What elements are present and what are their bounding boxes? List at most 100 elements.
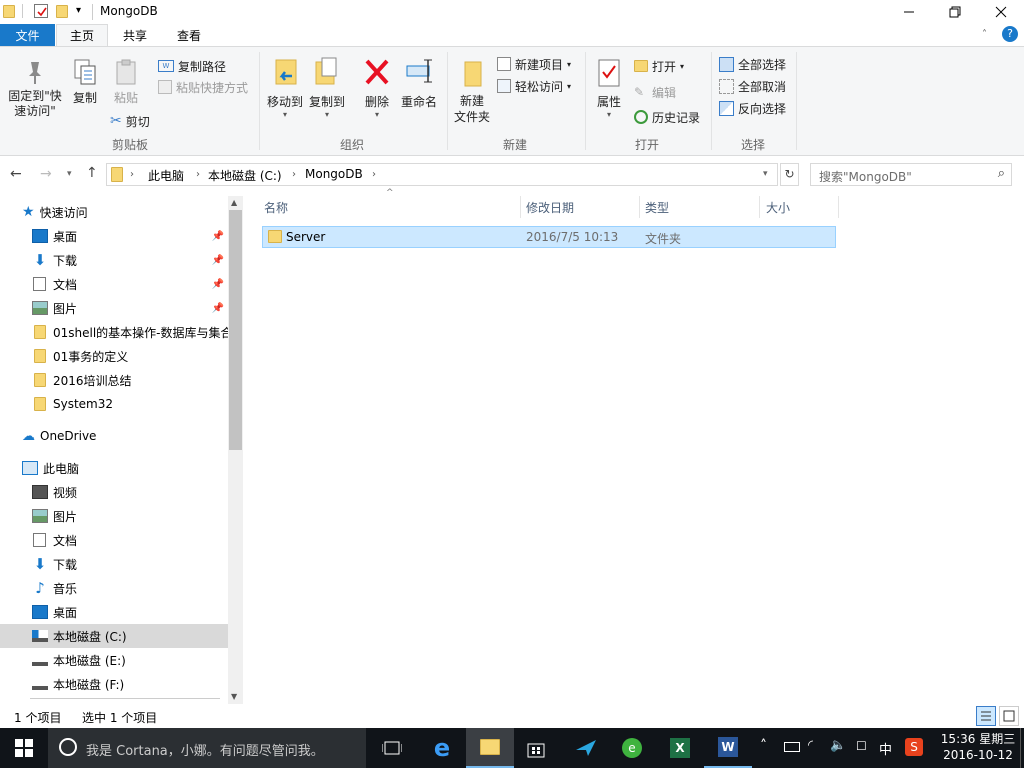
- nav-this-pc[interactable]: 此电脑: [0, 456, 228, 480]
- edge-browser-button[interactable]: e: [418, 728, 466, 768]
- nav-item-pictures[interactable]: 图片 📌: [0, 296, 228, 320]
- nav-item-desktop[interactable]: 桌面: [0, 600, 228, 624]
- pin-icon[interactable]: 📌: [212, 255, 224, 266]
- nav-item-downloads[interactable]: ⬇ 下载 📌: [0, 248, 228, 272]
- ime-indicator[interactable]: 中: [879, 739, 892, 758]
- nav-item-documents[interactable]: 文档: [0, 528, 228, 552]
- copy-to-button[interactable]: 复制到 ▾: [306, 56, 348, 119]
- new-folder-quick-icon[interactable]: [56, 5, 68, 18]
- breadcrumb-this-pc[interactable]: 此电脑: [148, 167, 184, 184]
- column-header-size[interactable]: 大小: [766, 196, 790, 218]
- nav-item-folder[interactable]: 01shell的基本操作-数据库与集合: [0, 320, 228, 344]
- tab-home[interactable]: 主页: [56, 24, 108, 46]
- nav-item-f-drive[interactable]: 本地磁盘 (F:): [0, 672, 228, 696]
- nav-item-downloads[interactable]: ⬇ 下载: [0, 552, 228, 576]
- new-folder-button[interactable]: 新建 文件夹: [452, 56, 492, 125]
- file-explorer-button[interactable]: [466, 728, 514, 768]
- nav-item-folder[interactable]: 2016培训总结: [0, 368, 228, 392]
- collapse-ribbon-icon[interactable]: ˄: [982, 29, 987, 40]
- wifi-icon[interactable]: ◜: [808, 738, 813, 753]
- nav-item-c-drive[interactable]: 本地磁盘 (C:): [0, 624, 228, 648]
- edit-button[interactable]: ✎ 编辑: [634, 82, 676, 102]
- clock[interactable]: 15:36 星期三 2016-10-12: [938, 731, 1018, 763]
- store-button[interactable]: [512, 728, 560, 768]
- search-input[interactable]: 搜索"MongoDB" ⌕: [810, 163, 1012, 186]
- nav-onedrive[interactable]: ☁ OneDrive: [0, 424, 228, 448]
- back-arrow-icon[interactable]: ←: [10, 166, 22, 182]
- column-separator[interactable]: [838, 196, 839, 218]
- move-to-button[interactable]: 移动到 ▾: [264, 56, 306, 119]
- excel-button[interactable]: X: [656, 728, 704, 768]
- word-button[interactable]: W: [704, 728, 752, 768]
- address-dropdown-icon[interactable]: ▾: [763, 169, 768, 179]
- large-icons-view-icon[interactable]: [999, 706, 1019, 726]
- volume-icon[interactable]: 🔈: [830, 738, 846, 753]
- breadcrumb-c-drive[interactable]: 本地磁盘 (C:): [208, 167, 282, 184]
- delete-button[interactable]: 删除 ▾: [360, 56, 394, 119]
- easy-access-button[interactable]: 轻松访问 ▾: [497, 76, 571, 96]
- column-separator[interactable]: [520, 196, 521, 218]
- show-hidden-icons[interactable]: ˄: [760, 738, 767, 754]
- table-row[interactable]: Server 2016/7/5 10:13 文件夹: [262, 226, 836, 248]
- scroll-down-icon[interactable]: ▼: [231, 692, 237, 701]
- properties-button[interactable]: 属性 ▾: [592, 56, 626, 119]
- scroll-up-icon[interactable]: ▲: [231, 198, 237, 207]
- pin-quick-access-button[interactable]: 固定到"快 速访问": [6, 58, 64, 119]
- chevron-right-icon[interactable]: ›: [130, 169, 134, 180]
- nav-quick-access[interactable]: ★ 快速访问: [0, 200, 228, 224]
- new-item-button[interactable]: 新建项目 ▾: [497, 54, 571, 74]
- properties-quick-icon[interactable]: [34, 4, 48, 18]
- column-separator[interactable]: [639, 196, 640, 218]
- paste-shortcut-button[interactable]: 粘贴快捷方式: [158, 77, 248, 97]
- nav-item-pictures[interactable]: 图片: [0, 504, 228, 528]
- chevron-right-icon[interactable]: ›: [292, 169, 296, 180]
- maximize-button[interactable]: [932, 0, 978, 24]
- select-none-button[interactable]: 全部取消: [719, 76, 786, 96]
- nav-item-music[interactable]: ♪ 音乐: [0, 576, 228, 600]
- start-button[interactable]: [0, 728, 48, 768]
- pin-icon[interactable]: 📌: [212, 231, 224, 242]
- close-button[interactable]: [978, 0, 1024, 24]
- invert-selection-button[interactable]: 反向选择: [719, 98, 786, 118]
- minimize-button[interactable]: [886, 0, 932, 24]
- nav-item-documents[interactable]: 文档 📌: [0, 272, 228, 296]
- tab-view[interactable]: 查看: [164, 24, 214, 46]
- task-view-button[interactable]: [368, 728, 416, 768]
- column-header-name[interactable]: 名称: [264, 196, 288, 218]
- cortana-search-box[interactable]: 我是 Cortana，小娜。有问题尽管问我。: [48, 728, 366, 768]
- tab-file[interactable]: 文件: [0, 24, 55, 46]
- column-separator[interactable]: [759, 196, 760, 218]
- up-arrow-icon[interactable]: ↑: [86, 165, 98, 181]
- scrollbar-thumb[interactable]: [229, 210, 242, 450]
- forward-arrow-icon[interactable]: →: [40, 166, 52, 182]
- messenger-app-button[interactable]: [562, 728, 610, 768]
- browser-360-button[interactable]: e: [608, 728, 656, 768]
- copy-path-button[interactable]: W 复制路径: [158, 56, 226, 76]
- nav-item-videos[interactable]: 视频: [0, 480, 228, 504]
- chevron-right-icon[interactable]: ›: [196, 169, 200, 180]
- paste-button[interactable]: 粘贴: [108, 58, 144, 106]
- tab-share[interactable]: 共享: [110, 24, 160, 46]
- customize-quick-access-icon[interactable]: ▾: [76, 5, 81, 16]
- search-icon[interactable]: ⌕: [998, 166, 1005, 181]
- show-desktop-button[interactable]: [1020, 728, 1024, 768]
- select-all-button[interactable]: 全部选择: [719, 54, 786, 74]
- history-button[interactable]: 历史记录: [634, 107, 700, 127]
- nav-item-desktop[interactable]: 桌面 📌: [0, 224, 228, 248]
- cut-button[interactable]: ✂ 剪切: [110, 111, 150, 131]
- recent-locations-icon[interactable]: ▾: [67, 169, 72, 179]
- nav-item-folder[interactable]: 01事务的定义: [0, 344, 228, 368]
- pin-icon[interactable]: 📌: [212, 279, 224, 290]
- action-center-icon[interactable]: ☐: [856, 739, 867, 753]
- column-header-modified[interactable]: 修改日期: [526, 196, 574, 218]
- sogou-input-icon[interactable]: S: [905, 738, 923, 756]
- help-icon[interactable]: ?: [1002, 26, 1018, 42]
- open-button[interactable]: 打开 ▾: [634, 56, 684, 76]
- nav-item-folder[interactable]: System32: [0, 392, 228, 416]
- copy-button[interactable]: 复制: [68, 58, 102, 106]
- details-view-icon[interactable]: [976, 706, 996, 726]
- column-header-type[interactable]: 类型: [645, 196, 669, 218]
- breadcrumb-mongodb[interactable]: MongoDB: [305, 167, 363, 181]
- battery-icon[interactable]: [784, 742, 800, 752]
- pin-icon[interactable]: 📌: [212, 303, 224, 314]
